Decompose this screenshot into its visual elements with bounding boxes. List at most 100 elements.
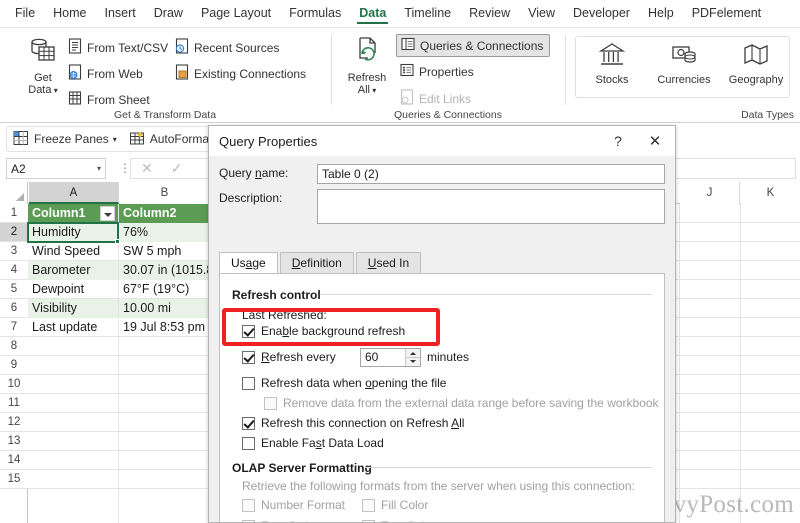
cell-text: SW 5 mph	[123, 244, 182, 258]
tab-definition[interactable]: Definition	[279, 252, 354, 274]
tab-used-in[interactable]: Used In	[355, 252, 422, 274]
row-header-8[interactable]: 8	[0, 337, 28, 356]
refresh-on-refresh-all-row[interactable]: Refresh this connection on Refresh All	[242, 416, 464, 430]
dialog-body: Query name: Description: Usage Definitio…	[209, 156, 675, 522]
row-header-1[interactable]: 1	[0, 204, 28, 223]
ribbon-tab-review[interactable]: Review	[460, 2, 519, 25]
row-header-12[interactable]: 12	[0, 413, 28, 432]
enable-fast-data-load-row[interactable]: Enable Fast Data Load	[242, 436, 384, 450]
text-color-checkbox	[362, 519, 375, 522]
row-header-6[interactable]: 6	[0, 299, 28, 318]
enable-background-refresh-checkbox[interactable]	[242, 324, 255, 338]
refresh-interval-stepper[interactable]: 60	[360, 348, 421, 367]
row-header-2[interactable]: 2	[0, 223, 28, 242]
confirm-icon[interactable]: ✓	[171, 160, 183, 177]
ribbon-tab-data[interactable]: Data	[350, 2, 395, 25]
description-input[interactable]	[317, 189, 665, 224]
row-header-label: 8	[10, 340, 18, 352]
from-sheet-button[interactable]: From Sheet	[68, 90, 150, 109]
description-label-text: Description:	[219, 191, 283, 205]
stocks-button[interactable]: Stocks	[579, 42, 645, 86]
cell-a3[interactable]: Wind Speed	[28, 242, 118, 261]
row-header-3[interactable]: 3	[0, 242, 28, 261]
enable-background-refresh-row[interactable]: Enable background refresh	[242, 324, 405, 338]
stepper-down-icon[interactable]	[406, 358, 420, 366]
cell-b5[interactable]: 67°F (19°C)	[119, 280, 209, 299]
recent-sources-button[interactable]: Recent Sources	[175, 38, 279, 57]
name-box[interactable]: A2 ▾	[6, 158, 106, 179]
cancel-icon[interactable]: ✕	[141, 160, 153, 177]
row-header-label: 10	[7, 378, 21, 390]
cell-text: 30.07 in (1015.8	[123, 263, 209, 277]
map-icon	[723, 42, 789, 71]
help-button[interactable]: ?	[601, 127, 635, 155]
cell-a4[interactable]: Barometer	[28, 261, 118, 280]
row-header-13[interactable]: 13	[0, 432, 28, 451]
refresh-interval-value[interactable]: 60	[361, 349, 405, 366]
row-header-9[interactable]: 9	[0, 356, 28, 375]
cell-a5[interactable]: Dewpoint	[28, 280, 118, 299]
ribbon-tab-view[interactable]: View	[519, 2, 564, 25]
ribbon-tab-page-layout[interactable]: Page Layout	[192, 2, 280, 25]
cell-b7[interactable]: 19 Jul 8:53 pm E	[119, 318, 209, 337]
ribbon-tab-developer[interactable]: Developer	[564, 2, 639, 25]
refresh-on-open-row[interactable]: Refresh data when opening the file	[242, 376, 446, 390]
cell-text: Column2	[123, 206, 177, 220]
ribbon-tab-timeline[interactable]: Timeline	[395, 2, 460, 25]
column-header-j[interactable]: J	[680, 182, 740, 204]
row-header-15[interactable]: 15	[0, 470, 28, 489]
cell-a7[interactable]: Last update	[28, 318, 118, 337]
cell-b3[interactable]: SW 5 mph	[119, 242, 209, 261]
cell-b1[interactable]: Column2	[119, 204, 209, 223]
dialog-title-buttons: ? ✕	[601, 127, 675, 155]
stepper-arrows[interactable]	[405, 349, 420, 366]
row-header-4[interactable]: 4	[0, 261, 28, 280]
ribbon-tab-insert[interactable]: Insert	[96, 2, 145, 25]
column-header-k[interactable]: K	[741, 182, 800, 204]
column-header-a[interactable]: A	[29, 182, 119, 204]
existing-connections-icon	[175, 64, 189, 83]
geography-button[interactable]: Geography	[723, 42, 789, 86]
get-data-button[interactable]: Get Data ▾	[14, 36, 72, 97]
row-header-10[interactable]: 10	[0, 375, 28, 394]
refresh-on-refresh-all-checkbox[interactable]	[242, 416, 255, 430]
refresh-all-button[interactable]: Refresh All ▾	[338, 36, 396, 97]
ribbon-tab-label: Formulas	[289, 6, 342, 20]
existing-connections-button[interactable]: Existing Connections	[175, 64, 306, 83]
ribbon-tab-help[interactable]: Help	[639, 2, 683, 25]
row-header-5[interactable]: 5	[0, 280, 28, 299]
ribbon-tab-home[interactable]: Home	[44, 2, 95, 25]
close-icon[interactable]: ✕	[635, 127, 675, 155]
refresh-every-checkbox[interactable]	[242, 350, 255, 364]
refresh-every-row[interactable]: Refresh every	[242, 350, 336, 364]
currencies-button[interactable]: Currencies	[651, 42, 717, 86]
select-all-corner[interactable]	[0, 182, 28, 204]
cell-b2[interactable]: 76%	[119, 223, 209, 242]
stepper-up-icon[interactable]	[406, 349, 420, 357]
ribbon-tab-pdfelement[interactable]: PDFelement	[683, 2, 770, 25]
enable-fast-data-load-checkbox[interactable]	[242, 436, 255, 450]
tab-label: Usage	[231, 256, 266, 270]
queries-and-connections-toggle[interactable]: Queries & Connections	[396, 34, 551, 57]
row-header-7[interactable]: 7	[0, 318, 28, 337]
tab-usage[interactable]: Usage	[219, 252, 278, 275]
cell-b4[interactable]: 30.07 in (1015.8	[119, 261, 209, 280]
cell-b6[interactable]: 10.00 mi	[119, 299, 209, 318]
cell-a6[interactable]: Visibility	[28, 299, 118, 318]
row-header-11[interactable]: 11	[0, 394, 28, 413]
from-web-button[interactable]: From Web	[68, 64, 143, 83]
ribbon-tab-formulas[interactable]: Formulas	[280, 2, 350, 25]
autoformat-button[interactable]: AutoFormat	[129, 130, 212, 149]
freeze-panes-button[interactable]: Freeze Panes ▾	[13, 130, 117, 149]
properties-button[interactable]: Properties	[400, 63, 474, 80]
ribbon-tab-file[interactable]: File	[6, 2, 44, 25]
filter-dropdown-icon[interactable]	[100, 206, 115, 221]
refresh-on-open-checkbox[interactable]	[242, 376, 255, 390]
ribbon-tab-draw[interactable]: Draw	[145, 2, 192, 25]
row-header-14[interactable]: 14	[0, 451, 28, 470]
queries-and-connections-label: Queries & Connections	[420, 38, 544, 53]
column-header-b[interactable]: B	[120, 182, 210, 204]
cell-a2[interactable]: Humidity	[28, 223, 118, 242]
query-name-input[interactable]	[317, 164, 665, 184]
from-text-csv-button[interactable]: From Text/CSV	[68, 38, 168, 57]
